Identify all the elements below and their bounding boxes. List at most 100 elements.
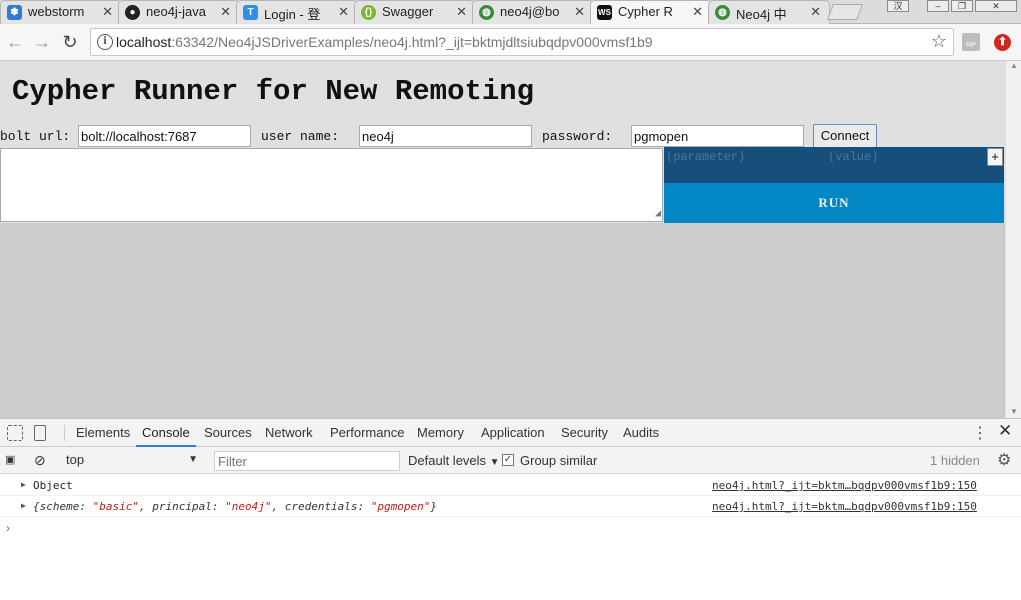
browser-tab-neo4j-java[interactable]: ● neo4j-java ✕ xyxy=(118,0,240,24)
device-toolbar-icon[interactable] xyxy=(34,425,46,441)
browser-tab-neo4j-bo[interactable]: ◍ neo4j@bo ✕ xyxy=(472,0,594,24)
object-key: scheme xyxy=(39,500,80,513)
object-key: principal xyxy=(152,500,212,513)
log-levels-dropdown[interactable]: Default levels ▼ xyxy=(408,447,500,474)
expand-triangle-icon[interactable]: ▶ xyxy=(21,480,26,489)
new-tab-button[interactable] xyxy=(827,4,863,20)
context-selector[interactable]: top ▼ xyxy=(66,450,202,470)
expand-triangle-icon[interactable]: ▶ xyxy=(21,501,26,510)
object-text: } xyxy=(430,500,438,513)
add-parameter-button[interactable]: + xyxy=(987,148,1003,166)
browser-tab-login[interactable]: T Login - 登 ✕ xyxy=(236,0,358,24)
browser-tab-label: webstorm xyxy=(28,4,85,19)
toolbar-divider xyxy=(64,425,65,441)
browser-tab-label: neo4j-java xyxy=(146,4,206,19)
bookmark-star-icon[interactable]: ☆ xyxy=(931,31,947,52)
console-message: {scheme: "basic", principal: "neo4j", cr… xyxy=(33,500,437,513)
tab-sources[interactable]: Sources xyxy=(204,419,252,447)
hidden-count: 1 hidden xyxy=(930,453,980,468)
page-scrollbar[interactable]: ▲ ▼ xyxy=(1005,61,1021,418)
close-icon[interactable]: ✕ xyxy=(456,4,467,20)
console-message: Object xyxy=(33,479,73,492)
group-similar-checkbox[interactable]: ✓ xyxy=(502,454,514,466)
browser-tab-label: neo4j@bo xyxy=(500,4,560,19)
password-label: password: xyxy=(542,129,613,144)
reload-icon[interactable]: ↻ xyxy=(59,31,81,53)
group-similar-label: Group similar xyxy=(520,453,598,468)
parameter-value-input[interactable]: (value) xyxy=(828,150,878,164)
scroll-up-icon[interactable]: ▲ xyxy=(1010,61,1018,70)
close-icon[interactable]: ✕ xyxy=(338,4,349,20)
info-icon[interactable]: i xyxy=(97,34,113,50)
object-string: "basic" xyxy=(92,500,139,513)
console-source-link[interactable]: neo4j.html?_ijt=bktm…bqdpv000vmsf1b9:150 xyxy=(712,479,977,492)
gear-icon[interactable]: ⚙ xyxy=(997,447,1011,474)
paw-icon: ✽ xyxy=(7,5,22,20)
restore-button[interactable]: ❐ xyxy=(951,0,973,12)
scroll-down-icon[interactable]: ▼ xyxy=(1010,407,1018,416)
parameter-name-input[interactable]: (parameter) xyxy=(666,150,745,164)
minimize-button[interactable]: – xyxy=(927,0,949,12)
ws-icon: WS xyxy=(597,5,612,20)
console-filter-input[interactable] xyxy=(214,451,400,471)
console-entry[interactable]: ▶ {scheme: "basic", principal: "neo4j", … xyxy=(0,497,1021,517)
tab-elements[interactable]: Elements xyxy=(76,419,130,447)
console-source-link[interactable]: neo4j.html?_ijt=bktm…bqdpv000vmsf1b9:150 xyxy=(712,500,977,513)
browser-tab-swagger[interactable]: {} Swagger ✕ xyxy=(354,0,476,24)
chevron-down-icon: ▼ xyxy=(188,454,198,465)
ime-icon[interactable]: 汉 xyxy=(887,0,909,12)
console-entry[interactable]: ▶ Object neo4j.html?_ijt=bktm…bqdpv000vm… xyxy=(0,476,1021,496)
close-icon[interactable]: ✕ xyxy=(220,4,231,20)
resize-grip-icon[interactable]: ◢ xyxy=(655,210,661,220)
console-prompt[interactable]: › xyxy=(6,521,10,535)
password-input[interactable] xyxy=(631,125,804,147)
rp-extension-icon[interactable]: RP xyxy=(962,33,980,51)
back-arrow-icon[interactable]: ← xyxy=(4,31,26,53)
sidebar-toggle-icon[interactable]: ▣ xyxy=(5,447,15,474)
globe-icon: ◍ xyxy=(479,5,494,20)
github-icon: ● xyxy=(125,5,140,20)
tab-memory[interactable]: Memory xyxy=(417,419,464,447)
tab-network[interactable]: Network xyxy=(265,419,313,447)
context-value: top xyxy=(66,452,85,467)
page-title: Cypher Runner for New Remoting xyxy=(12,75,535,108)
address-bar[interactable]: i localhost:63342/Neo4jJSDriverExamples/… xyxy=(90,28,954,56)
bolt-url-input[interactable] xyxy=(78,125,251,147)
window-close-button[interactable]: ✕ xyxy=(975,0,1017,12)
console-filter-bar: ▣ ⊘ top ▼ Default levels ▼ ✓ Group simil… xyxy=(0,447,1021,474)
url-host: localhost xyxy=(116,34,172,50)
close-icon[interactable]: ✕ xyxy=(102,4,113,20)
close-icon[interactable]: ✕ xyxy=(574,4,585,20)
connect-button[interactable]: Connect xyxy=(813,124,877,148)
tab-console[interactable]: Console xyxy=(136,419,196,447)
cypher-query-textarea[interactable]: ◢ xyxy=(0,148,663,222)
close-devtools-icon[interactable]: ✕ xyxy=(998,421,1012,441)
more-options-icon[interactable]: ⋮ xyxy=(972,423,988,443)
browser-tab-label: Login - 登 xyxy=(264,7,321,22)
upload-extension-icon[interactable]: ⬆ xyxy=(994,34,1011,51)
close-icon[interactable]: ✕ xyxy=(692,4,703,20)
browser-tab-cypher-runner[interactable]: WS Cypher R ✕ xyxy=(590,0,712,25)
run-button[interactable]: RUN xyxy=(664,183,1004,223)
tab-performance[interactable]: Performance xyxy=(330,419,404,447)
object-text: , xyxy=(138,500,153,513)
browser-toolbar: ← → ↻ i localhost:63342/Neo4jJSDriverExa… xyxy=(0,24,1021,61)
inspect-element-icon[interactable] xyxy=(7,425,23,441)
url-text[interactable]: localhost:63342/Neo4jJSDriverExamples/ne… xyxy=(116,34,653,50)
user-name-input[interactable] xyxy=(359,125,532,147)
tab-audits[interactable]: Audits xyxy=(623,419,659,447)
t-icon: T xyxy=(243,5,258,20)
browser-tab-neo4j-zh[interactable]: ◍ Neo4j 中 ✕ xyxy=(708,0,830,24)
object-string: "neo4j" xyxy=(225,500,272,513)
log-levels-label: Default levels xyxy=(408,453,487,468)
clear-console-icon[interactable]: ⊘ xyxy=(34,447,46,474)
object-key: credentials xyxy=(284,500,358,513)
forward-arrow-icon[interactable]: → xyxy=(31,31,53,53)
tab-application[interactable]: Application xyxy=(481,419,545,447)
browser-tab-webstorm[interactable]: ✽ webstorm ✕ xyxy=(0,0,122,24)
tab-security[interactable]: Security xyxy=(561,419,608,447)
close-icon[interactable]: ✕ xyxy=(810,4,821,20)
parameter-panel: (parameter) (value) xyxy=(664,147,1004,183)
devtools-tab-bar: Elements Console Sources Network Perform… xyxy=(0,419,1021,447)
browser-tab-strip: ✽ webstorm ✕ ● neo4j-java ✕ T Login - 登 … xyxy=(0,0,1021,25)
